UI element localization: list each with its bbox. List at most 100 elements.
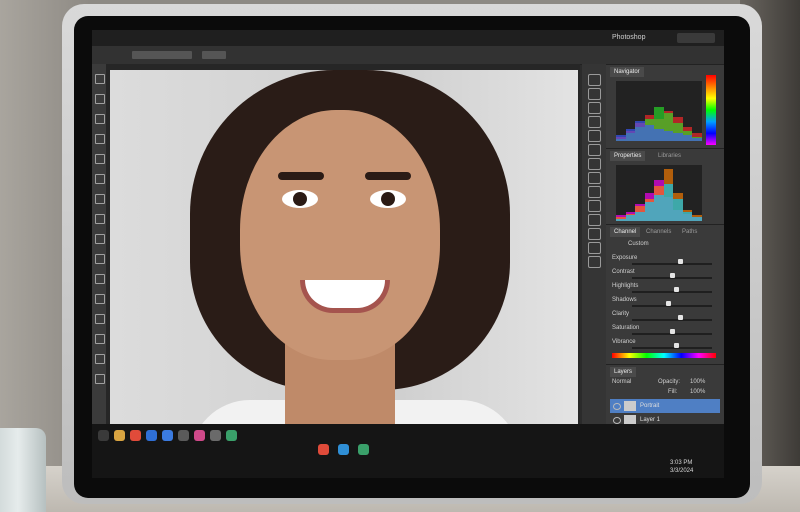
tray-time[interactable]: 3:03 PM — [670, 460, 692, 466]
visibility-eye-icon[interactable] — [613, 417, 621, 424]
adjustment-slider[interactable] — [632, 291, 712, 293]
layers-panel: Layers Normal Opacity: 100% Fill: 100% P… — [606, 364, 724, 425]
panel-toggle-icon[interactable] — [588, 74, 601, 86]
pen-icon[interactable] — [95, 314, 105, 324]
tab-layers[interactable]: Layers — [610, 367, 637, 377]
store-icon[interactable] — [178, 430, 189, 441]
healing-icon[interactable] — [95, 194, 105, 204]
histogram-bar — [625, 129, 636, 141]
photos-icon[interactable] — [194, 430, 205, 441]
panel-toggle-icon[interactable] — [588, 186, 601, 198]
tools-panel — [92, 64, 106, 424]
panel-toggle-icon[interactable] — [588, 102, 601, 114]
panel-toggle-icon[interactable] — [588, 144, 601, 156]
tab-paths[interactable]: Paths — [682, 227, 697, 237]
slider-handle[interactable] — [666, 301, 671, 306]
move-icon[interactable] — [95, 74, 105, 84]
navigator-panel: Navigator — [606, 64, 724, 149]
chrome-icon[interactable] — [130, 430, 141, 441]
fill-label: Fill: — [668, 389, 678, 395]
adjustments-panel: Channel Channels Paths Custom Exposure Co… — [606, 224, 724, 365]
window-controls[interactable] — [677, 33, 715, 43]
opacity-value[interactable]: 100% — [690, 379, 705, 385]
panel-toggle-icon[interactable] — [588, 214, 601, 226]
eyebrow-right — [365, 172, 411, 180]
photoshop-icon[interactable] — [146, 430, 157, 441]
photo-canvas[interactable] — [110, 70, 578, 450]
title-bar: Photoshop — [92, 30, 724, 46]
tab-libraries[interactable]: Libraries — [658, 151, 681, 161]
panel-toggle-icon[interactable] — [588, 200, 601, 212]
panel-toggle-icon[interactable] — [588, 158, 601, 170]
adjustment-row: Exposure — [612, 255, 718, 267]
text-icon[interactable] — [95, 334, 105, 344]
tray-date[interactable]: 3/3/2024 — [670, 468, 693, 474]
eyedropper-icon[interactable] — [95, 174, 105, 184]
files-icon[interactable] — [226, 430, 237, 441]
start-icon[interactable] — [98, 430, 109, 441]
histogram-bar — [644, 125, 655, 141]
lasso-icon[interactable] — [95, 114, 105, 124]
histogram-bar — [635, 121, 645, 141]
preset-select[interactable]: Custom — [628, 241, 649, 247]
adjustment-row: Shadows — [612, 297, 718, 309]
adjustment-slider[interactable] — [632, 319, 712, 321]
eyebrow-left — [278, 172, 324, 180]
settings-icon[interactable] — [210, 430, 221, 441]
marquee-icon[interactable] — [95, 94, 105, 104]
histogram-bar — [663, 183, 674, 221]
adjustment-slider[interactable] — [632, 263, 712, 265]
store-icon[interactable] — [358, 444, 369, 455]
panel-toggle-icon[interactable] — [588, 88, 601, 100]
histogram-bar — [673, 198, 683, 221]
slider-handle[interactable] — [674, 287, 679, 292]
mug — [0, 428, 46, 512]
blend-mode-select[interactable]: Normal — [612, 379, 631, 385]
panel-toggle-icon[interactable] — [588, 130, 601, 142]
option-field[interactable] — [202, 51, 226, 59]
slider-handle[interactable] — [670, 273, 675, 278]
clone-icon[interactable] — [95, 234, 105, 244]
hand-icon[interactable] — [95, 354, 105, 364]
tab-properties[interactable]: Properties — [610, 151, 646, 161]
histogram-bar — [635, 211, 645, 221]
adjustment-label: Shadows — [612, 297, 637, 303]
slider-handle[interactable] — [678, 315, 683, 320]
mail-icon[interactable] — [162, 430, 173, 441]
histogram-bar — [644, 202, 655, 221]
panel-toggle-icon[interactable] — [588, 242, 601, 254]
slider-handle[interactable] — [674, 343, 679, 348]
slider-handle[interactable] — [678, 259, 683, 264]
edge-icon[interactable] — [338, 444, 349, 455]
panel-toggle-icon[interactable] — [588, 228, 601, 240]
quick-select-icon[interactable] — [95, 134, 105, 144]
layer-name: Portrait — [640, 403, 660, 409]
gradient-icon[interactable] — [95, 274, 105, 284]
adjustment-slider[interactable] — [632, 305, 712, 307]
fill-value[interactable]: 100% — [690, 389, 705, 395]
adjustment-slider[interactable] — [632, 347, 712, 349]
histogram-bar — [616, 219, 626, 221]
properties-panel: Properties Libraries — [606, 148, 724, 225]
histogram-bar — [654, 129, 664, 141]
option-field[interactable] — [132, 51, 192, 59]
brush-icon[interactable] — [95, 214, 105, 224]
panel-toggle-icon[interactable] — [588, 172, 601, 184]
slider-handle[interactable] — [670, 329, 675, 334]
hue-spectrum[interactable] — [612, 353, 716, 358]
tab-channels[interactable]: Channels — [646, 227, 671, 237]
panel-toggle-icon[interactable] — [588, 256, 601, 268]
explorer-icon[interactable] — [114, 430, 125, 441]
tab-navigator[interactable]: Navigator — [610, 67, 644, 77]
zoom-icon[interactable] — [95, 374, 105, 384]
layer-item[interactable]: Portrait — [610, 399, 720, 413]
dodge-icon[interactable] — [95, 294, 105, 304]
visibility-eye-icon[interactable] — [613, 403, 621, 410]
tab-channel[interactable]: Channel — [610, 227, 641, 237]
crop-icon[interactable] — [95, 154, 105, 164]
adjustment-label: Saturation — [612, 325, 640, 331]
eraser-icon[interactable] — [95, 254, 105, 264]
panel-toggle-icon[interactable] — [588, 116, 601, 128]
adjustment-label: Contrast — [612, 269, 635, 275]
chrome-icon[interactable] — [318, 444, 329, 455]
